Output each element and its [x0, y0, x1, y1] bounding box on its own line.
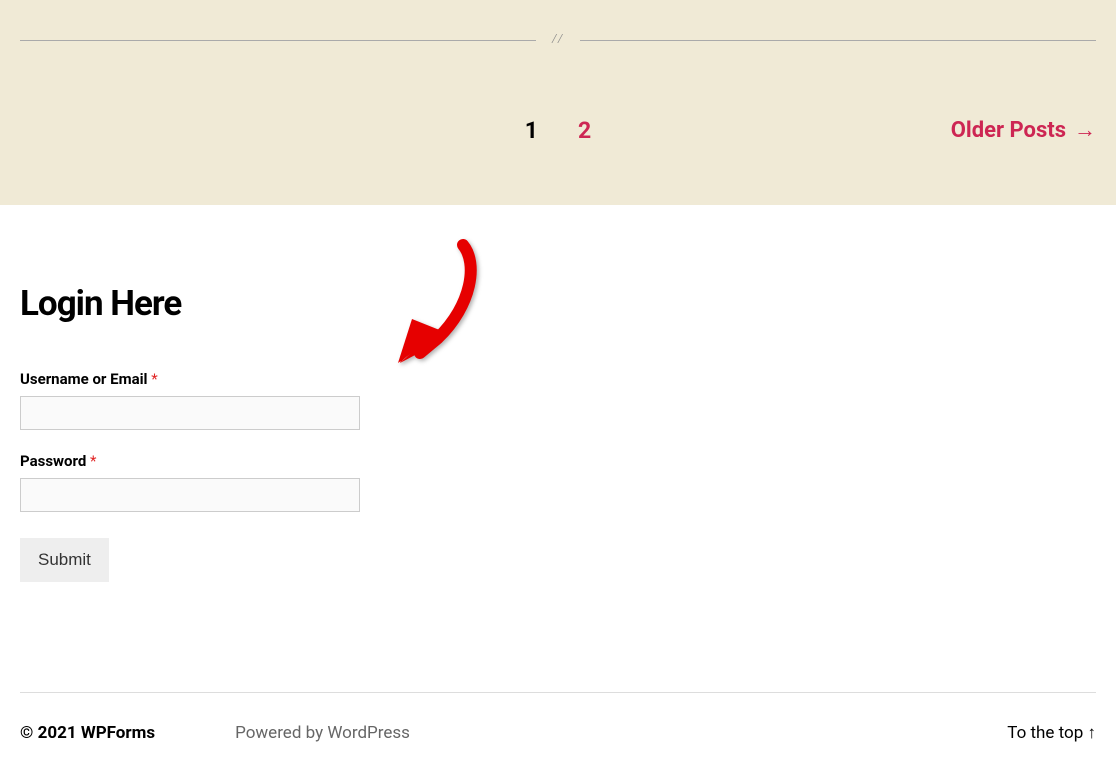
pagination-section: // 1 2 Older Posts → [0, 0, 1116, 205]
password-field-group: Password * [20, 452, 1096, 512]
footer-copyright: © 2021 WPForms [20, 723, 155, 743]
password-label-text: Password [20, 452, 86, 470]
footer: © 2021 WPForms Powered by WordPress To t… [20, 723, 1096, 763]
footer-powered-link[interactable]: Powered by WordPress [235, 723, 410, 743]
page-numbers: 1 2 [525, 117, 591, 144]
arrow-right-icon: → [1074, 117, 1096, 143]
footer-divider [20, 692, 1096, 693]
login-form-section: Login Here Username or Email * Password … [0, 205, 1116, 763]
annotation-arrow-icon [390, 233, 480, 373]
divider-slashes: // [552, 32, 564, 48]
page-current: 1 [525, 117, 538, 144]
login-heading: Login Here [20, 283, 1096, 324]
older-posts-link[interactable]: Older Posts → [951, 117, 1096, 143]
username-label: Username or Email * [20, 370, 1096, 388]
older-posts-label: Older Posts [951, 118, 1066, 143]
to-top-link[interactable]: To the top ↑ [1007, 723, 1096, 743]
required-indicator: * [90, 452, 96, 470]
divider-line-left [20, 40, 536, 41]
required-indicator: * [151, 370, 157, 388]
password-label: Password * [20, 452, 1096, 470]
username-input[interactable] [20, 396, 360, 430]
username-label-text: Username or Email [20, 370, 148, 388]
submit-button[interactable]: Submit [20, 538, 109, 582]
divider-line-right [580, 40, 1096, 41]
password-input[interactable] [20, 478, 360, 512]
page-link-2[interactable]: 2 [578, 117, 591, 144]
username-field-group: Username or Email * [20, 370, 1096, 430]
section-divider: // [20, 0, 1096, 48]
